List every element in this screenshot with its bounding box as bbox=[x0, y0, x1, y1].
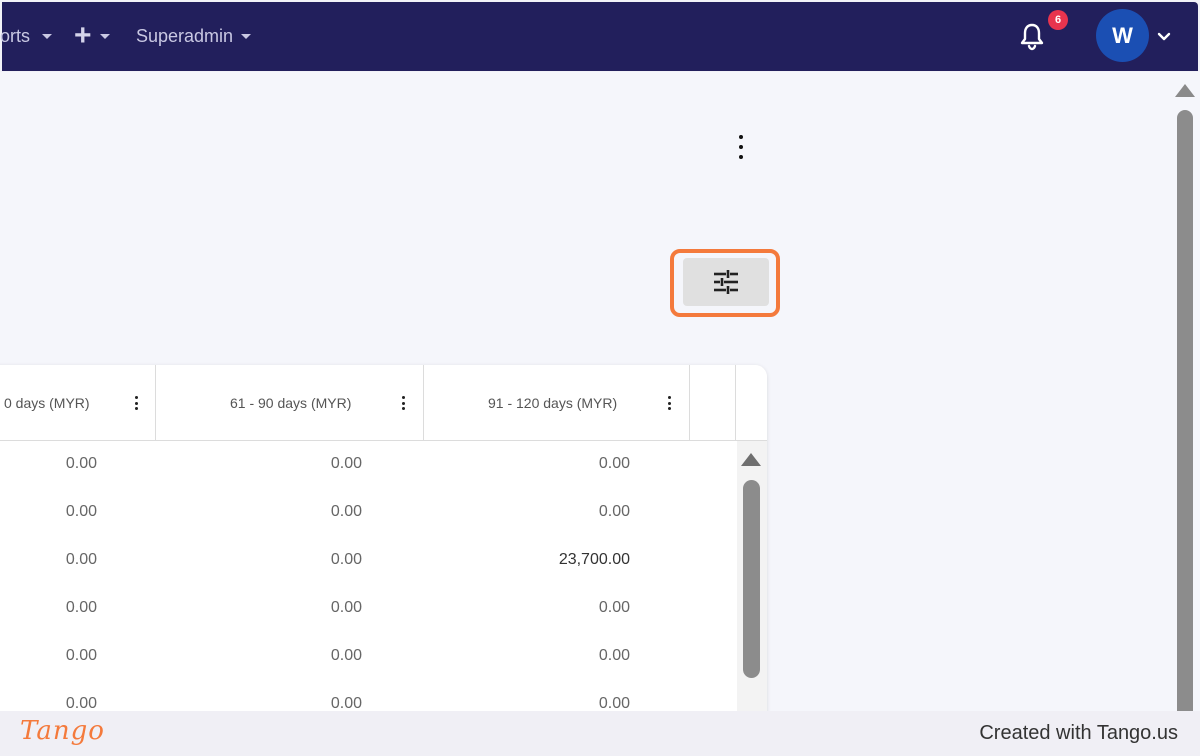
table-cell: 0.00 bbox=[330, 647, 362, 664]
table-row[interactable]: 0.00 0.00 0.00 bbox=[0, 586, 736, 634]
nav-item-reports[interactable]: orts bbox=[0, 22, 53, 50]
table-header: 0 days (MYR) 61 - 90 days (MYR) 91 - 120… bbox=[0, 365, 767, 441]
column-menu-icon[interactable] bbox=[401, 396, 405, 410]
nav-item-label: orts bbox=[0, 25, 31, 46]
column-header-31-60-days[interactable]: 0 days (MYR) bbox=[0, 365, 156, 441]
scroll-up-arrow-icon[interactable] bbox=[1175, 84, 1195, 97]
table-cell: 0.00 bbox=[598, 599, 630, 616]
column-menu-icon[interactable] bbox=[134, 396, 138, 410]
aging-table: 0 days (MYR) 61 - 90 days (MYR) 91 - 120… bbox=[0, 365, 767, 725]
sliders-icon bbox=[714, 270, 738, 294]
chevron-down-icon[interactable] bbox=[1156, 28, 1172, 44]
table-cell: 0.00 bbox=[65, 599, 97, 616]
table-cell: 0.00 bbox=[330, 503, 362, 520]
page-scrollbar-thumb[interactable] bbox=[1177, 110, 1193, 712]
table-cell: 0.00 bbox=[330, 455, 362, 472]
nav-item-create[interactable]: + bbox=[74, 19, 110, 52]
column-header-empty bbox=[690, 365, 736, 441]
table-row[interactable]: 0.00 0.00 0.00 bbox=[0, 442, 736, 490]
column-header-label: 91 - 120 days (MYR) bbox=[488, 395, 618, 411]
table-cell: 0.00 bbox=[598, 647, 630, 664]
table-cell: 0.00 bbox=[598, 503, 630, 520]
caret-down-icon bbox=[42, 33, 53, 39]
filter-settings-button[interactable] bbox=[683, 258, 769, 306]
scroll-up-arrow-icon[interactable] bbox=[741, 453, 761, 466]
table-cell: 0.00 bbox=[65, 551, 97, 568]
notification-badge: 6 bbox=[1048, 10, 1068, 30]
column-header-label: 0 days (MYR) bbox=[4, 395, 90, 411]
column-menu-icon[interactable] bbox=[667, 396, 671, 410]
nav-item-label: Superadmin bbox=[136, 25, 234, 46]
caret-down-icon bbox=[99, 33, 110, 39]
table-cell: 23,700.00 bbox=[558, 551, 630, 568]
table-cell: 0.00 bbox=[65, 647, 97, 664]
notification-bell-icon[interactable] bbox=[1016, 20, 1048, 52]
table-scrollbar-thumb[interactable] bbox=[743, 480, 760, 678]
table-cell: 0.00 bbox=[65, 455, 97, 472]
table-cell: 0.00 bbox=[330, 551, 362, 568]
table-cell: 0.00 bbox=[598, 455, 630, 472]
more-options-icon[interactable] bbox=[736, 133, 746, 161]
tango-logo: Tango bbox=[20, 716, 105, 746]
column-header-label: 61 - 90 days (MYR) bbox=[230, 395, 352, 411]
nav-item-superadmin[interactable]: Superadmin bbox=[136, 22, 252, 50]
table-row[interactable]: 0.00 0.00 0.00 bbox=[0, 634, 736, 682]
created-with-text: Created with Tango.us bbox=[979, 722, 1178, 744]
table-row[interactable]: 0.00 0.00 0.00 bbox=[0, 490, 736, 538]
user-avatar[interactable]: W bbox=[1096, 9, 1149, 62]
column-header-61-90-days[interactable]: 61 - 90 days (MYR) bbox=[156, 365, 424, 441]
table-cell: 0.00 bbox=[65, 503, 97, 520]
caret-down-icon bbox=[241, 33, 252, 39]
column-header-91-120-days[interactable]: 91 - 120 days (MYR) bbox=[424, 365, 690, 441]
plus-icon: + bbox=[74, 19, 92, 52]
table-cell: 0.00 bbox=[330, 599, 362, 616]
table-row[interactable]: 0.00 0.00 23,700.00 bbox=[0, 538, 736, 586]
